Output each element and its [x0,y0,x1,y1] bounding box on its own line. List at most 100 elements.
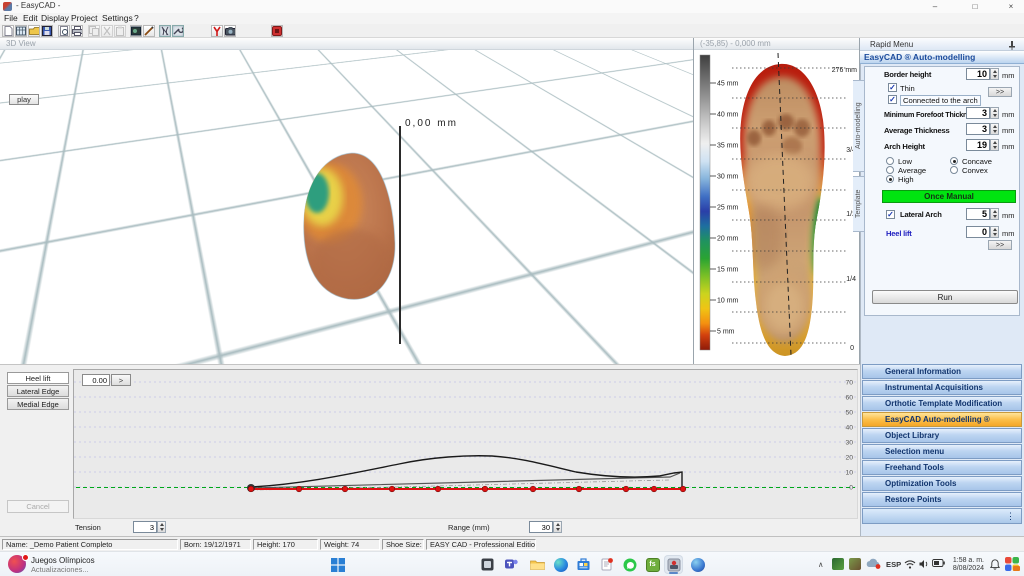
store-icon[interactable] [574,555,593,574]
avg-thickness-stepper[interactable] [990,123,999,135]
curve-control-point[interactable] [679,485,687,493]
wrench-tool-button[interactable] [172,25,184,37]
curve-control-point[interactable] [650,485,658,493]
nav-orthotic-template-modification[interactable]: Orthotic Template Modification [862,396,1022,411]
run-button[interactable]: Run [872,290,1018,304]
radio-low[interactable] [886,157,894,165]
lateral-arch-value[interactable]: 5 [966,208,990,220]
connected-checkbox[interactable]: ✓ [888,95,897,104]
avg-thickness-value[interactable]: 3 [966,123,990,135]
nav-freehand-tools[interactable]: Freehand Tools [862,460,1022,475]
radio-convex[interactable] [950,166,958,174]
paint3d-icon[interactable] [688,555,707,574]
tension-stepper[interactable] [157,521,166,533]
radio-high[interactable] [886,175,894,183]
min-forefoot-stepper[interactable] [990,107,999,119]
maximize-button[interactable]: □ [962,0,988,13]
radio-concave[interactable] [950,157,958,165]
offset-input[interactable]: 0.00 [82,374,110,386]
curve-control-point[interactable] [295,485,303,493]
whatsapp-icon[interactable] [620,555,639,574]
curve-control-point[interactable] [575,485,583,493]
onedrive-icon[interactable] [866,558,881,569]
measure-tool-button[interactable] [211,25,223,37]
border-height-value[interactable]: 10 [966,68,990,80]
tray-chevron-icon[interactable]: ∧ [818,560,824,569]
orthotic-3d-model[interactable] [280,143,460,323]
curve-control-point[interactable] [247,485,255,493]
curve-control-point[interactable] [388,485,396,493]
arch-height-value[interactable]: 19 [966,139,990,151]
medial-edge-tool-button[interactable]: Medial Edge [7,398,69,410]
tab-auto-modelling[interactable]: Auto-modelling [853,80,865,172]
print-button[interactable] [71,25,83,37]
minimize-button[interactable]: – [922,0,948,13]
menu-file[interactable]: File [1,13,21,24]
edge-browser-icon[interactable] [551,555,570,574]
open-file-button[interactable] [28,25,40,37]
tray-app2-icon[interactable] [849,558,861,570]
task-view-icon[interactable] [478,555,497,574]
arch-height-stepper[interactable] [990,139,999,151]
screenshot-app-icon[interactable] [1004,556,1020,572]
heel-lift-value[interactable]: 0 [966,226,990,238]
print-preview-button[interactable] [58,25,70,37]
language-indicator[interactable]: ESP [886,560,901,569]
once-manual-button[interactable]: Once Manual [882,190,1016,203]
clock-date[interactable]: 8/08/2024 [950,565,984,572]
nav-overflow-strip[interactable]: ⋮ [862,508,1022,524]
menu-display[interactable]: Display [38,13,72,24]
fs-app-icon[interactable]: fs [643,555,662,574]
nav-general-information[interactable]: General Information [862,364,1022,379]
radio-average[interactable] [886,166,894,174]
notes-app-icon[interactable] [597,555,616,574]
tab-template[interactable]: Template [853,176,865,232]
teams-icon[interactable] [502,555,521,574]
heel-lift-tool-button[interactable]: Heel lift [7,372,69,384]
profile-graph[interactable]: 70 60 50 40 30 20 10 0 [74,370,857,518]
record-button[interactable] [271,25,283,37]
curve-control-point[interactable] [622,485,630,493]
menu-help[interactable]: ? [131,13,142,24]
range-value[interactable]: 30 [529,521,553,533]
nav-object-library[interactable]: Object Library [862,428,1022,443]
curve-control-point[interactable] [529,485,537,493]
widget-title[interactable]: Juegos Olímpicos [31,556,95,565]
curve-control-point[interactable] [481,485,489,493]
apply-offset-button[interactable]: > [111,374,131,386]
battery-icon[interactable] [932,559,945,567]
border-height-stepper[interactable] [990,68,999,80]
wifi-icon[interactable] [904,559,916,569]
pliers-tool-button[interactable] [159,25,171,37]
nav-instrumental-acquisitions[interactable]: Instrumental Acquisitions [862,380,1022,395]
render-view-button[interactable] [130,25,142,37]
paste-button[interactable] [114,25,126,37]
lateral-edge-tool-button[interactable]: Lateral Edge [7,385,69,397]
curve-control-point[interactable] [341,485,349,493]
nav-optimization-tools[interactable]: Optimization Tools [862,476,1022,491]
cut-button[interactable] [101,25,113,37]
cancel-button[interactable]: Cancel [7,500,69,513]
file-explorer-icon[interactable] [528,555,547,574]
clock-time[interactable]: 1:58 a. m. [950,557,984,565]
new-file-button[interactable] [2,25,14,37]
menu-project[interactable]: Project [68,13,100,24]
close-button[interactable]: × [998,0,1024,13]
heel-lift-stepper[interactable] [990,226,999,238]
range-stepper[interactable] [553,521,562,533]
nav-restore-points[interactable]: Restore Points [862,492,1022,507]
table-view-button[interactable] [15,25,27,37]
tension-value[interactable]: 3 [133,521,157,533]
heel-lift-more-button[interactable]: >> [988,240,1012,250]
border-more-button[interactable]: >> [988,87,1012,97]
lateral-arch-stepper[interactable] [990,208,999,220]
easycad-taskbar-icon[interactable] [664,555,683,574]
tray-app1-icon[interactable] [832,558,844,570]
play-button[interactable]: play [9,94,39,105]
min-forefoot-value[interactable]: 3 [966,107,990,119]
camera-button[interactable] [224,25,236,37]
curve-control-point[interactable] [434,485,442,493]
copy-button[interactable] [88,25,100,37]
save-button[interactable] [41,25,53,37]
notification-bell-icon[interactable] [990,559,1000,570]
